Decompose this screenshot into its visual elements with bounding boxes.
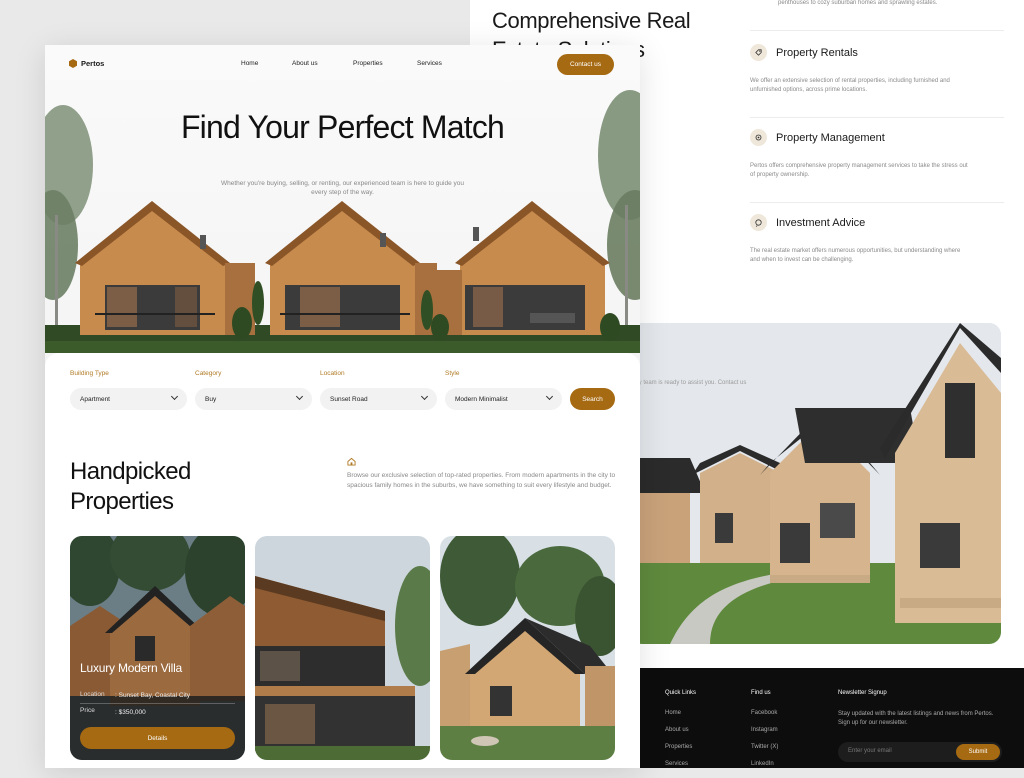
price-label: Price	[80, 707, 95, 714]
chat-icon	[750, 214, 767, 231]
newsletter-heading: Newsletter Signup	[838, 690, 887, 696]
hero: Pertos Home About us Properties Services…	[45, 45, 640, 375]
hero-houses-image	[45, 90, 640, 353]
filter-label-location: Location	[320, 370, 345, 377]
location-label: Location	[80, 691, 105, 698]
nav-about[interactable]: About us	[292, 60, 318, 67]
site-footer: Quick Links Home About us Properties Ser…	[640, 668, 1024, 768]
house-icon	[347, 453, 356, 466]
quick-links: Quick Links Home About us Properties Ser…	[665, 690, 696, 778]
section-desc: Browse our exclusive selection of top-ra…	[347, 472, 616, 489]
style-select[interactable]: Modern Minimalist	[445, 388, 562, 410]
divider	[80, 703, 235, 704]
service-title: Property Rentals	[776, 46, 858, 59]
section-title: Handpicked Properties	[70, 458, 191, 515]
submit-button[interactable]: Submit	[956, 744, 1000, 760]
top-nav: Pertos Home About us Properties Services…	[45, 45, 640, 85]
footer-link-about[interactable]: About us	[665, 727, 696, 733]
home-page: Pertos Home About us Properties Services…	[45, 45, 640, 768]
property-photo	[255, 536, 430, 760]
filter-label-category: Category	[195, 370, 222, 377]
details-button[interactable]: Details	[80, 727, 235, 749]
location-value: : Sunset Bay, Coastal City	[115, 692, 191, 699]
property-name: Luxury Modern Villa	[80, 661, 183, 675]
footer-link-twitter[interactable]: Twitter (X)	[751, 744, 778, 750]
footer-link-linkedin[interactable]: LinkedIn	[751, 761, 778, 767]
building-type-select[interactable]: Apartment	[70, 388, 187, 410]
divider	[750, 30, 1004, 31]
hero-title: Find Your Perfect Match	[180, 109, 505, 145]
nav-properties[interactable]: Properties	[353, 60, 383, 67]
property-card-featured[interactable]: Luxury Modern Villa Location : Sunset Ba…	[70, 536, 245, 760]
filter-label-style: Style	[445, 370, 460, 377]
contact-snippet: dly team is ready to assist you. Contact…	[634, 380, 747, 386]
newsletter-text: Stay updated with the latest listings an…	[838, 711, 994, 726]
nav-home[interactable]: Home	[241, 60, 258, 67]
logo-icon	[69, 59, 77, 68]
service-investment-advice[interactable]: Investment Advice The real estate market…	[750, 214, 1000, 265]
property-photo	[440, 536, 615, 760]
service-property-rentals[interactable]: Property Rentals We offer an extensive s…	[750, 44, 1000, 95]
service-title: Property Management	[776, 131, 885, 144]
brand-logo[interactable]: Pertos	[69, 59, 104, 68]
chevron-down-icon	[545, 392, 554, 401]
gear-icon	[750, 129, 767, 146]
category-select[interactable]: Buy	[195, 388, 312, 410]
select-value: Sunset Road	[330, 395, 368, 403]
quick-links-heading: Quick Links	[665, 690, 697, 696]
contact-button[interactable]: Contact us	[557, 54, 614, 75]
hero-subtitle: Whether you're buying, selling, or renti…	[221, 180, 464, 196]
key-tag-icon	[750, 44, 767, 61]
chevron-down-icon	[170, 392, 179, 401]
footer-link-home[interactable]: Home	[665, 710, 696, 716]
newsletter: Newsletter Signup Stay updated with the …	[838, 690, 1002, 762]
service-property-management[interactable]: Property Management Pertos offers compre…	[750, 129, 1000, 180]
select-value: Modern Minimalist	[455, 395, 508, 403]
email-placeholder: Enter your email	[848, 748, 892, 754]
service-desc: Pertos offers comprehensive property man…	[750, 163, 968, 178]
footer-link-facebook[interactable]: Facebook	[751, 710, 778, 716]
property-card[interactable]	[255, 536, 430, 760]
select-value: Apartment	[80, 395, 110, 403]
footer-link-instagram[interactable]: Instagram	[751, 727, 778, 733]
chevron-down-icon	[295, 392, 304, 401]
chevron-down-icon	[420, 392, 429, 401]
filter-label-building-type: Building Type	[70, 370, 109, 377]
property-card[interactable]	[440, 536, 615, 760]
footer-link-services[interactable]: Services	[665, 761, 696, 767]
service-desc: We offer an extensive selection of renta…	[750, 78, 950, 93]
service-title: Investment Advice	[776, 216, 866, 229]
select-value: Buy	[205, 395, 217, 403]
search-button[interactable]: Search	[570, 388, 615, 410]
nav-services[interactable]: Services	[417, 60, 442, 67]
service-desc: The real estate market offers numerous o…	[750, 248, 961, 263]
property-photo-large	[630, 323, 1001, 644]
footer-link-properties[interactable]: Properties	[665, 744, 696, 750]
price-value: : $350,000	[115, 709, 146, 716]
listing-panel: Building Type Apartment Category Buy Loc…	[45, 353, 640, 768]
brand-name: Pertos	[81, 59, 105, 68]
email-field[interactable]: Enter your email Submit	[838, 742, 1002, 762]
find-us-heading: Find us	[751, 690, 771, 696]
location-select[interactable]: Sunset Road	[320, 388, 437, 410]
divider	[750, 202, 1004, 203]
find-us: Find us Facebook Instagram Twitter (X) L…	[751, 690, 778, 778]
section-note: penthouses to cozy suburban homes and sp…	[778, 0, 938, 6]
divider	[750, 117, 1004, 118]
